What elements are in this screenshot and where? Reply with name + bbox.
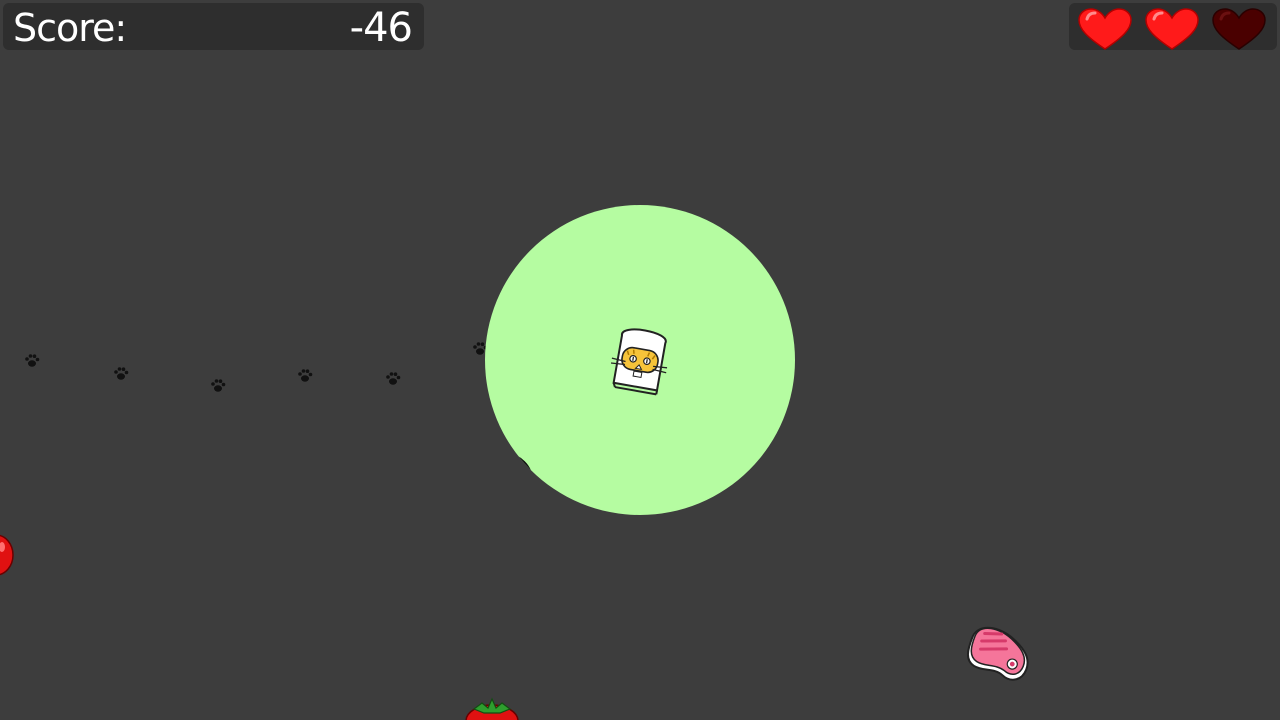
score-panel: Score: -46	[3, 3, 424, 51]
steak-pickup[interactable]	[960, 620, 1036, 688]
paw-print-icon	[114, 367, 129, 380]
heart-full-icon	[1145, 8, 1199, 50]
tomato-pickup[interactable]	[0, 533, 16, 577]
heart-empty-icon	[1212, 8, 1266, 50]
paw-print-icon	[211, 379, 226, 392]
paw-print-icon	[298, 369, 313, 382]
score-value: -46	[349, 5, 413, 51]
paw-print-icon	[386, 372, 401, 385]
player-cat-toast[interactable]	[604, 323, 676, 397]
score-label: Score:	[13, 6, 127, 50]
paw-print-icon	[25, 354, 40, 367]
lives-panel	[1069, 3, 1277, 50]
game-stage[interactable]: Score: -46	[0, 0, 1280, 720]
strawberry-pickup[interactable]	[462, 695, 522, 720]
dark-ring-hazard	[485, 453, 533, 509]
heart-full-icon	[1078, 8, 1132, 50]
